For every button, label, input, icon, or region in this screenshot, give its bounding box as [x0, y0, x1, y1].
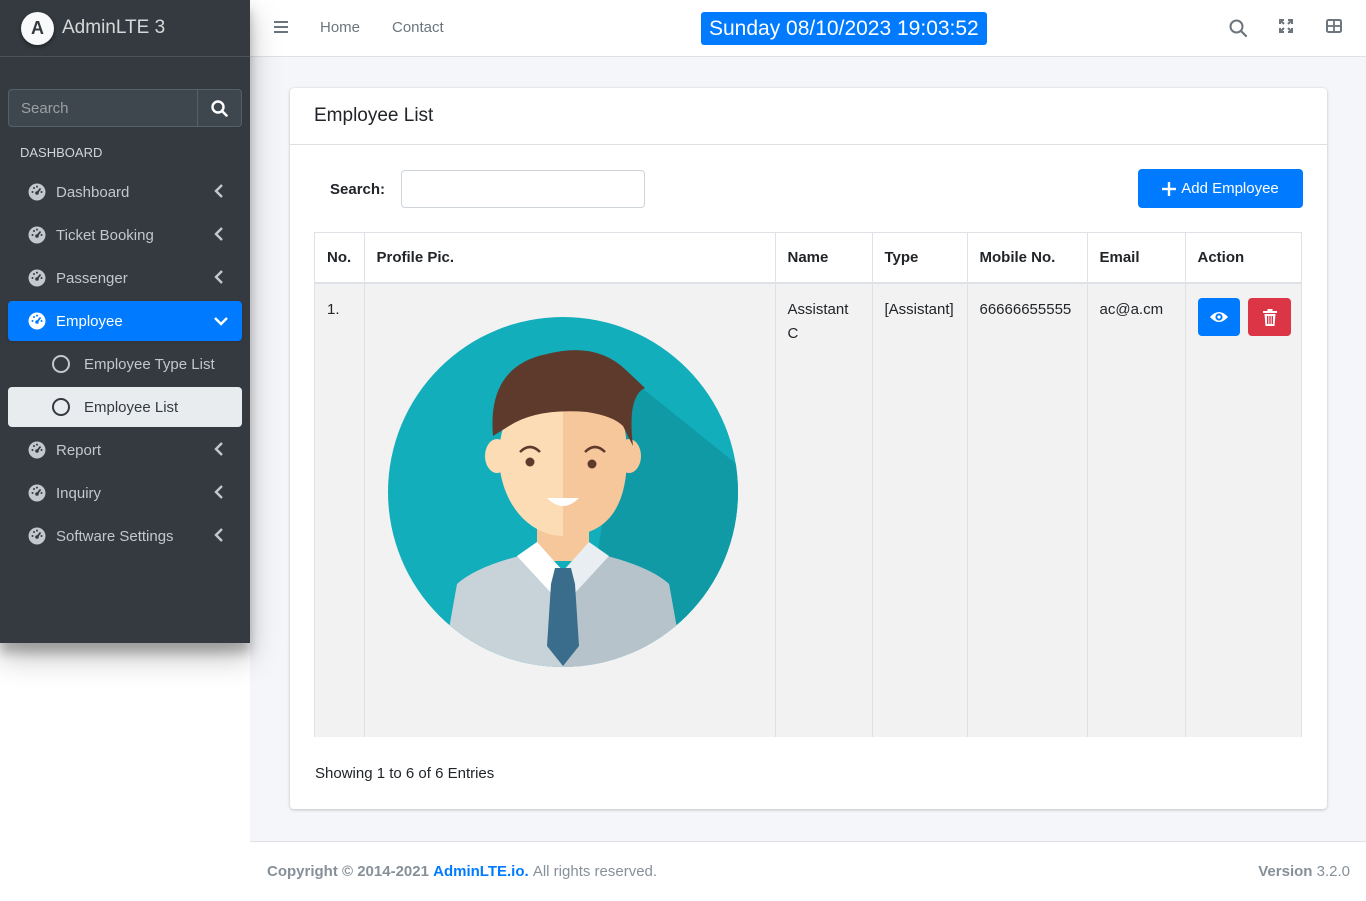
trash-icon [1262, 308, 1277, 326]
sidebar-item-label: Employee Type List [84, 355, 215, 373]
main-sidebar: A AdminLTE 3 DASHBOARD Dashboard Ticket … [0, 0, 250, 643]
sidebar-item-label: Inquiry [56, 484, 102, 502]
card-header: Employee List [290, 88, 1327, 145]
row-actions [1197, 298, 1291, 336]
adminlte-link[interactable]: AdminLTE.io. [433, 863, 529, 880]
column-header-action[interactable]: Action [1185, 233, 1301, 284]
version-info: Version 3.2.0 [1258, 863, 1350, 880]
sidebar-item-dashboard[interactable]: Dashboard [8, 172, 242, 212]
employee-table-container: No. Profile Pic. Name Type Mobile No. Em… [314, 232, 1302, 737]
card-title: Employee List [314, 105, 434, 126]
sidebar-nav: Dashboard Ticket Booking Passenger Emplo… [8, 172, 242, 559]
sidebar-item-ticket-booking[interactable]: Ticket Booking [8, 215, 242, 255]
column-header-type[interactable]: Type [872, 233, 968, 284]
sidebar-item-label: Report [56, 441, 102, 459]
chevron-left-icon [214, 528, 223, 542]
circle-icon [52, 355, 70, 373]
sidebar-item-passenger[interactable]: Passenger [8, 258, 242, 298]
table-search-input[interactable] [401, 170, 646, 208]
sidebar-item-label: Passenger [56, 269, 128, 287]
sidebar-item-label: Ticket Booking [56, 226, 154, 244]
cell-action [1185, 283, 1301, 737]
dashboard-gauge-icon [28, 484, 46, 502]
chevron-left-icon [214, 270, 223, 284]
view-button[interactable] [1197, 298, 1241, 336]
top-navbar: Home Contact Sunday 08/10/2023 19:03:52 [250, 0, 1366, 57]
dashboard-gauge-icon [28, 183, 46, 201]
column-header-profile-pic[interactable]: Profile Pic. [364, 233, 776, 284]
nav-link-contact[interactable]: Contact [392, 19, 444, 36]
table-row: 1. Assistant C [Assistant] 66666655555 a… [315, 283, 1301, 737]
column-header-no[interactable]: No. [315, 233, 365, 284]
sidebar-item-label: Employee List [84, 398, 179, 416]
version-number: 3.2.0 [1316, 863, 1350, 880]
sidebar-item-software-settings[interactable]: Software Settings [8, 516, 242, 556]
datetime-clock: Sunday 08/10/2023 19:03:52 [701, 12, 987, 45]
dashboard-gauge-icon [28, 312, 46, 330]
chevron-left-icon [214, 442, 223, 456]
cell-profile-pic [364, 283, 776, 737]
version-label: Version [1258, 863, 1313, 880]
delete-button[interactable] [1248, 298, 1291, 336]
brand-logo: A [21, 11, 54, 45]
search-label: Search: [330, 180, 386, 198]
main-footer: Copyright © 2014-2021 AdminLTE.io. All r… [250, 841, 1366, 901]
copyright-text: Copyright © 2014-2021 [267, 863, 429, 880]
table-info: Showing 1 to 6 of 6 Entries [290, 737, 1327, 809]
rights-text: All rights reserved. [532, 863, 658, 880]
content-wrapper: Employee List Search: Add Employee No. P… [250, 57, 1366, 841]
employee-table: No. Profile Pic. Name Type Mobile No. Em… [315, 233, 1301, 737]
brand-name: AdminLTE 3 [62, 17, 166, 38]
sidebar-search [8, 89, 242, 127]
dashboard-gauge-icon [28, 226, 46, 244]
hamburger-menu-icon[interactable] [274, 20, 288, 34]
cell-email: ac@a.cm [1087, 283, 1186, 737]
table-header-row: No. Profile Pic. Name Type Mobile No. Em… [315, 233, 1301, 284]
grid-icon[interactable] [1326, 19, 1342, 33]
dashboard-gauge-icon [28, 441, 46, 459]
cell-mobile: 66666655555 [967, 283, 1088, 737]
expand-icon[interactable] [1279, 19, 1293, 33]
nav-header: DASHBOARD [20, 145, 103, 160]
sidebar-item-label: Dashboard [56, 183, 130, 201]
sidebar-search-button[interactable] [197, 89, 242, 127]
cell-type: [Assistant] [872, 283, 968, 737]
dashboard-gauge-icon [28, 527, 46, 545]
cell-no: 1. [315, 283, 365, 737]
sidebar-item-label: Software Settings [56, 527, 174, 545]
circle-icon [52, 398, 70, 416]
sidebar-search-input[interactable] [8, 89, 197, 127]
sidebar-item-employee-type-list[interactable]: Employee Type List [8, 344, 242, 384]
chevron-left-icon [214, 227, 223, 241]
brand-link[interactable]: A AdminLTE 3 [0, 0, 250, 57]
search-icon [211, 99, 228, 117]
column-header-name[interactable]: Name [775, 233, 873, 284]
sidebar-item-inquiry[interactable]: Inquiry [8, 473, 242, 513]
add-employee-button[interactable]: Add Employee [1138, 169, 1303, 208]
nav-link-home[interactable]: Home [320, 19, 360, 36]
employee-list-card: Employee List Search: Add Employee No. P… [290, 88, 1327, 809]
sidebar-item-employee[interactable]: Employee [8, 301, 242, 341]
column-header-mobile[interactable]: Mobile No. [967, 233, 1088, 284]
sidebar-item-label: Employee [56, 312, 123, 330]
eye-icon [1209, 312, 1228, 322]
sidebar-item-employee-list[interactable]: Employee List [8, 387, 242, 427]
plus-icon [1162, 181, 1177, 196]
employee-avatar [387, 317, 738, 667]
cell-name: Assistant C [775, 283, 873, 737]
chevron-left-icon [214, 184, 223, 198]
chevron-down-icon [214, 317, 228, 326]
sidebar-item-report[interactable]: Report [8, 430, 242, 470]
search-icon[interactable] [1229, 19, 1247, 37]
column-header-email[interactable]: Email [1087, 233, 1186, 284]
table-search: Search: [330, 170, 646, 208]
dashboard-gauge-icon [28, 269, 46, 287]
chevron-left-icon [214, 485, 223, 499]
